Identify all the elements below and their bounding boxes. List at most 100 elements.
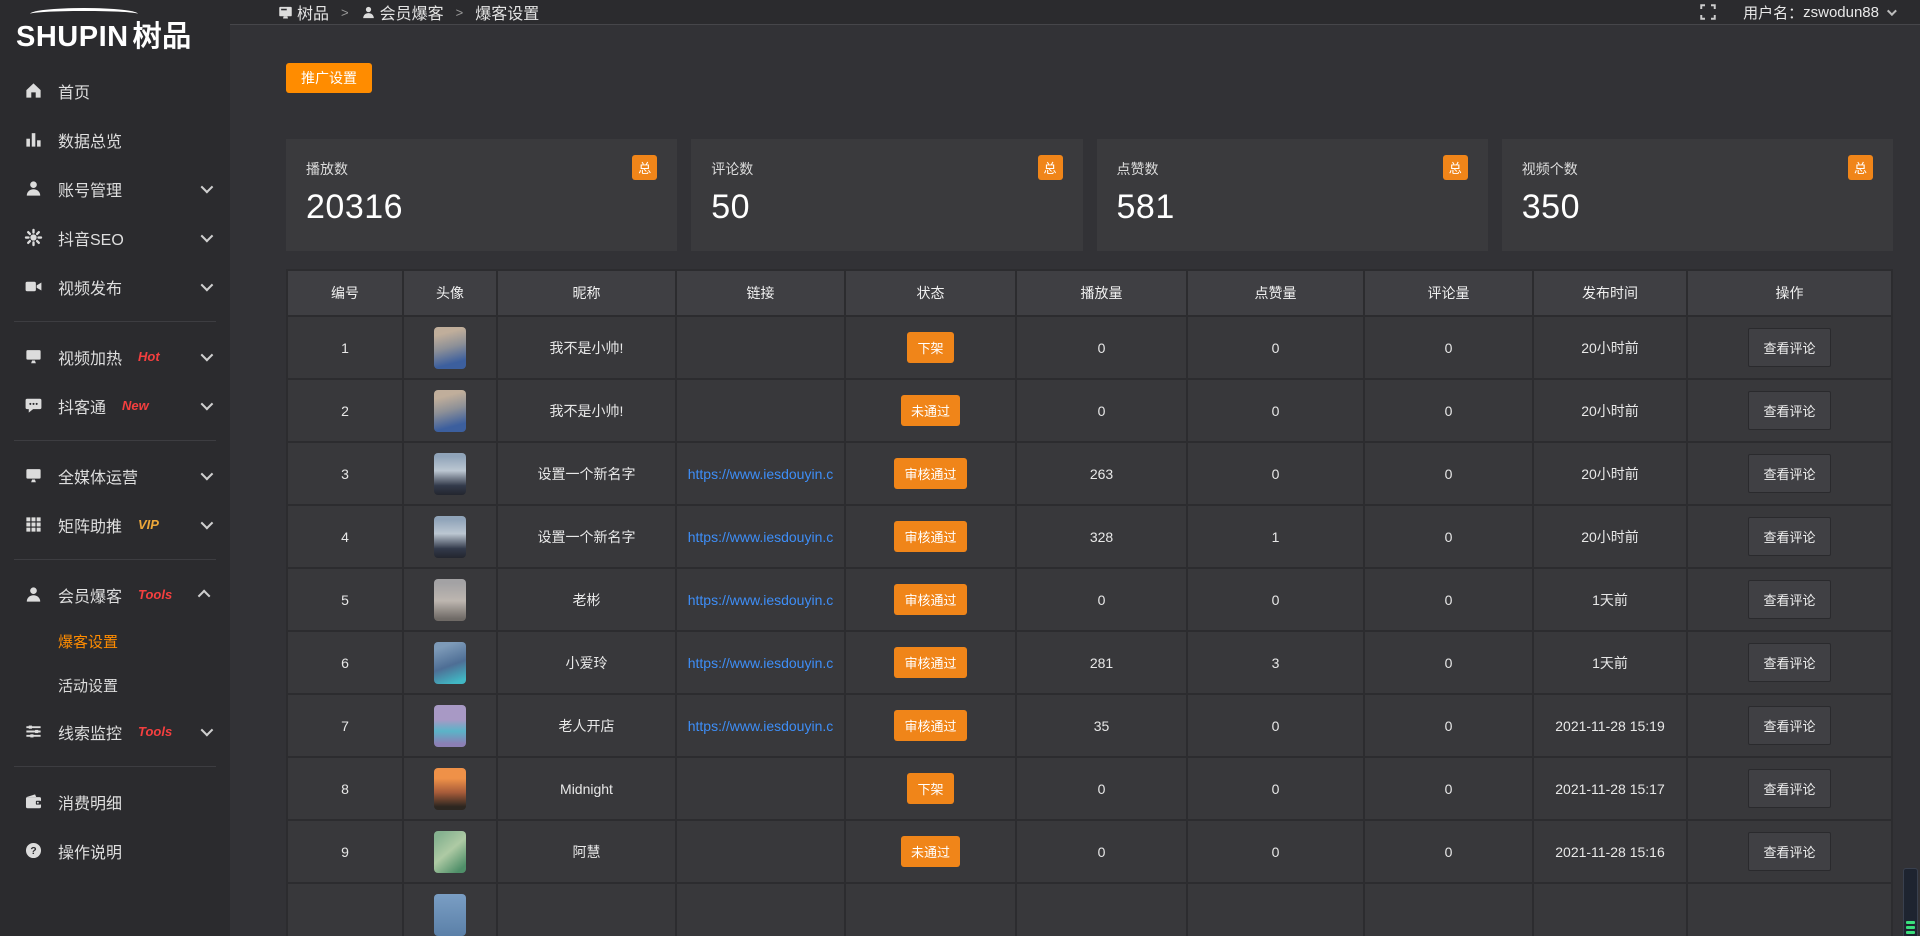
cell-link: https://www.iesdouyin.c xyxy=(676,442,845,505)
user-menu[interactable]: 用户名：zswodun88 xyxy=(1743,2,1894,23)
sidebar-item-操作说明[interactable]: ?操作说明 xyxy=(0,826,230,875)
sidebar-item-视频发布[interactable]: 视频发布 xyxy=(0,262,230,311)
chevron-down-icon xyxy=(1887,6,1897,16)
cell-plays: 0 xyxy=(1016,568,1187,631)
fullscreen-icon[interactable] xyxy=(1699,3,1717,21)
avatar xyxy=(434,453,466,495)
sidebar-item-线索监控[interactable]: 线索监控Tools xyxy=(0,707,230,756)
sidebar-item-首页[interactable]: 首页 xyxy=(0,66,230,115)
stat-card-视频个数: 视频个数总350 xyxy=(1502,139,1893,251)
sidebar-item-会员爆客[interactable]: 会员爆客Tools xyxy=(0,570,230,619)
column-header-昵称: 昵称 xyxy=(497,270,676,316)
sidebar-item-数据总览[interactable]: 数据总览 xyxy=(0,115,230,164)
cell-link xyxy=(676,883,845,936)
user-icon xyxy=(361,5,376,20)
cell-nickname: 我不是小帅! xyxy=(497,316,676,379)
video-link[interactable]: https://www.iesdouyin.c xyxy=(688,466,834,482)
cell-link: https://www.iesdouyin.c xyxy=(676,505,845,568)
cell-id: 5 xyxy=(287,568,403,631)
cell-status: 未通过 xyxy=(845,379,1016,442)
cell-avatar xyxy=(403,883,497,936)
sidebar-item-抖客通[interactable]: 抖客通New xyxy=(0,381,230,430)
promo-settings-button[interactable]: 推广设置 xyxy=(286,63,372,93)
sidebar-item-账号管理[interactable]: 账号管理 xyxy=(0,164,230,213)
chevron-down-icon xyxy=(201,279,214,292)
cell-status: 审核通过 xyxy=(845,631,1016,694)
floating-widget[interactable] xyxy=(1903,868,1918,936)
chevron-down-icon xyxy=(201,517,214,530)
video-icon xyxy=(24,277,43,296)
breadcrumb-item-爆客设置[interactable]: 爆客设置 xyxy=(475,0,539,24)
cell-comments: 0 xyxy=(1364,694,1533,757)
sidebar-item-全媒体运营[interactable]: 全媒体运营 xyxy=(0,451,230,500)
sidebar-subitem-爆客设置[interactable]: 爆客设置 xyxy=(0,619,230,663)
cell-avatar xyxy=(403,379,497,442)
content: 推广设置 播放数总20316评论数总50点赞数总581视频个数总350 编号头像… xyxy=(230,25,1920,936)
table-row: 6小爱玲https://www.iesdouyin.c审核通过281301天前查… xyxy=(287,631,1892,694)
chevron-down-icon xyxy=(201,181,214,194)
video-link[interactable]: https://www.iesdouyin.c xyxy=(688,718,834,734)
status-badge: 审核通过 xyxy=(894,710,966,741)
table-row: 7老人开店https://www.iesdouyin.c审核通过35002021… xyxy=(287,694,1892,757)
sidebar-item-消费明细[interactable]: 消费明细 xyxy=(0,777,230,826)
view-comments-button[interactable]: 查看评论 xyxy=(1748,454,1830,493)
sidebar-subitem-活动设置[interactable]: 活动设置 xyxy=(0,663,230,707)
widget-stripe xyxy=(1906,921,1915,924)
status-badge: 审核通过 xyxy=(894,584,966,615)
cell-link xyxy=(676,316,845,379)
cell-nickname: 我不是小帅! xyxy=(497,379,676,442)
cell-time: 1天前 xyxy=(1533,631,1687,694)
view-comments-button[interactable]: 查看评论 xyxy=(1748,769,1830,808)
video-link[interactable]: https://www.iesdouyin.c xyxy=(688,655,834,671)
cell-likes: 0 xyxy=(1187,820,1364,883)
avatar xyxy=(434,516,466,558)
video-link[interactable]: https://www.iesdouyin.c xyxy=(688,592,834,608)
sidebar-nav: 首页数据总览账号管理抖音SEO视频发布视频加热Hot抖客通New 全媒体运营矩阵助… xyxy=(0,60,230,875)
column-header-发布时间: 发布时间 xyxy=(1533,270,1687,316)
cell-comments: 0 xyxy=(1364,505,1533,568)
avatar xyxy=(434,768,466,810)
status-badge: 未通过 xyxy=(901,395,960,426)
cell-avatar xyxy=(403,820,497,883)
cell-time: 2021-11-28 15:19 xyxy=(1533,694,1687,757)
cell-avatar xyxy=(403,694,497,757)
view-comments-button[interactable]: 查看评论 xyxy=(1748,517,1830,556)
cell-plays: 0 xyxy=(1016,316,1187,379)
view-comments-button[interactable]: 查看评论 xyxy=(1748,706,1830,745)
table-row: 3设置一个新名字https://www.iesdouyin.c审核通过26300… xyxy=(287,442,1892,505)
cell-likes: 1 xyxy=(1187,505,1364,568)
logo-cn: 树品 xyxy=(133,21,192,53)
sidebar-item-badge: New xyxy=(122,398,149,413)
cell-nickname: 阿慧 xyxy=(497,820,676,883)
chevron-down-icon xyxy=(201,230,214,243)
sidebar-item-label: 首页 xyxy=(58,79,90,103)
view-comments-button[interactable]: 查看评论 xyxy=(1748,328,1830,367)
help-icon: ? xyxy=(24,841,43,860)
monitor-icon xyxy=(24,466,43,485)
column-header-点赞量: 点赞量 xyxy=(1187,270,1364,316)
view-comments-button[interactable]: 查看评论 xyxy=(1748,580,1830,619)
view-comments-button[interactable]: 查看评论 xyxy=(1748,832,1830,871)
stat-card-value: 20316 xyxy=(306,188,657,227)
table-row: 8Midnight下架0002021-11-28 15:17查看评论 xyxy=(287,757,1892,820)
cell-id: 9 xyxy=(287,820,403,883)
video-link[interactable]: https://www.iesdouyin.c xyxy=(688,529,834,545)
cell-plays: 0 xyxy=(1016,379,1187,442)
view-comments-button[interactable]: 查看评论 xyxy=(1748,391,1830,430)
logo[interactable]: SHUPIN树品 xyxy=(0,0,230,60)
cell-comments: 0 xyxy=(1364,442,1533,505)
sidebar-item-抖音SEO[interactable]: 抖音SEO xyxy=(0,213,230,262)
breadcrumb-separator: > xyxy=(456,5,464,20)
breadcrumb-item-会员爆客[interactable]: 会员爆客 xyxy=(361,0,444,24)
cell-comments: 0 xyxy=(1364,631,1533,694)
view-comments-button[interactable]: 查看评论 xyxy=(1748,643,1830,682)
cell-likes: 0 xyxy=(1187,379,1364,442)
breadcrumb-item-树品[interactable]: 树品 xyxy=(278,0,329,24)
grid-icon xyxy=(24,515,43,534)
cell-id xyxy=(287,883,403,936)
svg-text:?: ? xyxy=(30,846,36,857)
sidebar-item-视频加热[interactable]: 视频加热Hot xyxy=(0,332,230,381)
cell-action: 查看评论 xyxy=(1687,757,1892,820)
sidebar-item-矩阵助推[interactable]: 矩阵助推VIP xyxy=(0,500,230,549)
videos-table: 编号头像昵称链接状态播放量点赞量评论量发布时间操作 1我不是小帅!下架00020… xyxy=(286,269,1893,936)
